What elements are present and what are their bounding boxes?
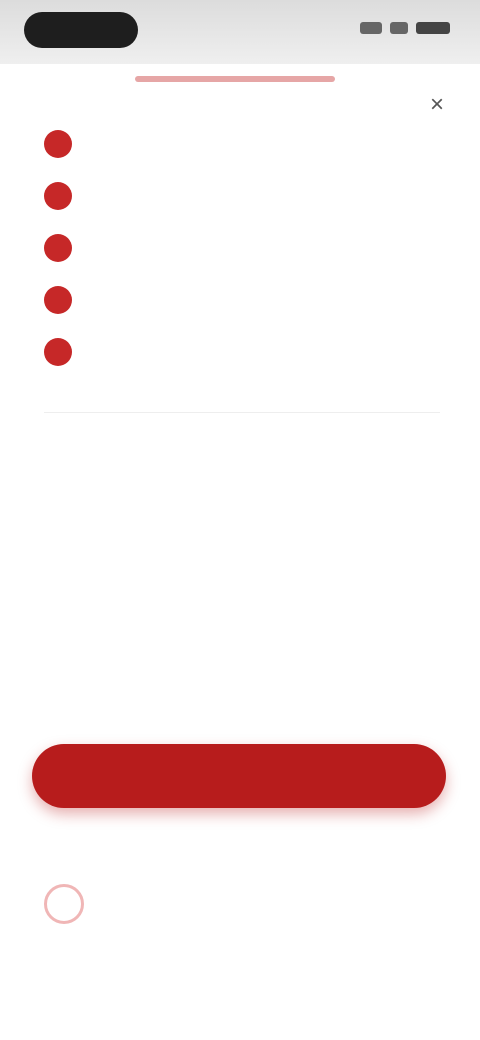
status-icons	[360, 22, 450, 34]
status-bar	[0, 0, 480, 64]
list-item[interactable]	[44, 230, 444, 282]
list-item[interactable]	[44, 126, 444, 178]
close-icon[interactable]: ×	[426, 93, 448, 117]
divider	[44, 412, 440, 413]
list-item[interactable]	[44, 334, 444, 386]
list-item[interactable]	[44, 178, 444, 230]
option-tabs	[24, 636, 454, 660]
item-bullet-icon	[44, 234, 72, 262]
item-bullet-icon	[44, 286, 72, 314]
promo-block	[0, 500, 480, 518]
primary-cta-button[interactable]	[32, 744, 446, 808]
dynamic-island-pill	[24, 12, 138, 48]
wifi-icon	[390, 22, 408, 34]
item-list	[44, 126, 444, 386]
battery-icon	[416, 22, 450, 34]
item-bullet-icon	[44, 338, 72, 366]
sheet-title-accent	[135, 76, 335, 82]
signal-icon	[360, 22, 382, 34]
total-row	[44, 426, 440, 450]
item-bullet-icon	[44, 130, 72, 158]
list-item[interactable]	[44, 282, 444, 334]
notice-circle-icon	[44, 884, 84, 924]
notice-row[interactable]	[44, 880, 444, 940]
item-bullet-icon	[44, 182, 72, 210]
